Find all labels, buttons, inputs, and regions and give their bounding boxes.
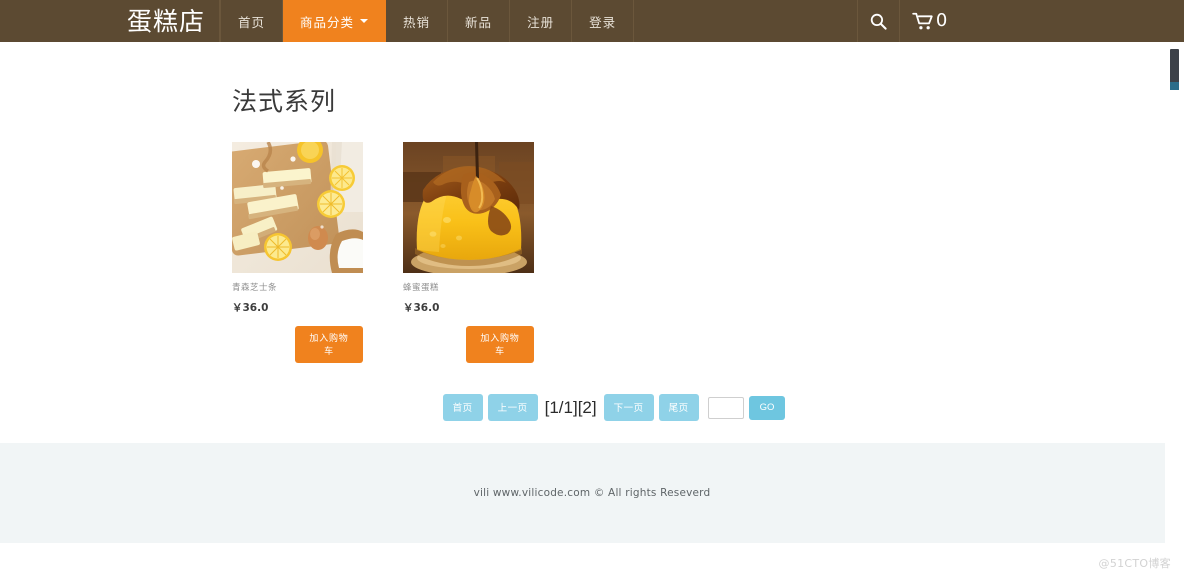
product-image[interactable] [403,142,534,273]
page-title: 法式系列 [232,87,337,116]
pagination-go-button[interactable]: GO [748,395,786,420]
nav-item-home[interactable]: 首页 [220,0,284,42]
product-price: ￥36.0 [403,302,440,314]
product-grid: 青森芝士条 ￥36.0 加入购物车 蜂蜜蛋糕 ￥36.0 加入购物车 [232,142,1144,363]
pagination-page-input[interactable] [707,396,744,419]
page-footer: vili www.vilicode.com © All rights Resev… [0,443,1184,543]
scrollbar-thumb[interactable] [1170,49,1179,90]
add-to-cart-button[interactable]: 加入购物车 [295,326,363,363]
nav-item-new-products[interactable]: 新品 [448,0,511,42]
brand-text: 蛋糕店 [126,6,205,36]
footer-copyright: vili www.vilicode.com © All rights Resev… [473,487,711,499]
product-card: 青森芝士条 ￥36.0 加入购物车 [232,142,363,363]
nav-item-login-label: 登录 [589,14,617,30]
chevron-down-icon [360,19,369,23]
pagination-first-button[interactable]: 首页 [442,394,483,421]
nav-links: 首页 商品分类 热销 新品 注册 登录 [220,0,635,42]
navbar-tail [961,0,1184,42]
pagination-info: [1/1][2] [544,398,597,417]
honey-cake-image [403,142,534,273]
content-container: 法式系列 青森芝士条 ￥36.0 加入购物车 蜂蜜蛋糕 ￥36.0 加入购物车 … [0,42,1184,421]
product-name[interactable]: 青森芝士条 [232,281,363,293]
nav-item-hot-sale-label: 热销 [403,14,431,30]
vertical-scrollbar[interactable] [1165,42,1184,578]
nav-item-hot-sale[interactable]: 热销 [386,0,449,42]
product-image[interactable] [232,142,363,273]
site-brand[interactable]: 蛋糕店 [0,0,220,42]
pagination: 首页 上一页 [1/1][2] 下一页 尾页 GO [232,394,1144,421]
watermark: @51CTO博客 [1098,557,1171,570]
add-to-cart-button[interactable]: 加入购物车 [466,326,534,363]
search-button[interactable] [858,0,900,42]
main-content: 法式系列 青森芝士条 ￥36.0 加入购物车 蜂蜜蛋糕 ￥36.0 加入购物车 … [0,42,1184,437]
lemon-cheese-bars-image [232,142,363,273]
nav-item-categories-label: 商品分类 [300,14,355,30]
product-name[interactable]: 蜂蜜蛋糕 [403,281,534,293]
nav-item-home-label: 首页 [238,14,266,30]
nav-item-register-label: 注册 [527,14,555,30]
product-card: 蜂蜜蛋糕 ￥36.0 加入购物车 [403,142,534,363]
nav-item-categories[interactable]: 商品分类 [283,0,387,42]
search-icon [870,13,887,30]
cart-count-badge: 0 [935,10,948,31]
cart-button[interactable]: 0 [900,0,961,42]
navbar-spacer [634,0,858,42]
pagination-last-button[interactable]: 尾页 [658,394,699,421]
product-price: ￥36.0 [232,302,269,314]
shopping-cart-icon [912,12,933,29]
pagination-next-button[interactable]: 下一页 [603,394,654,421]
top-navbar: 蛋糕店 首页 商品分类 热销 新品 注册 登录 0 [0,0,1184,42]
nav-item-new-products-label: 新品 [465,14,493,30]
nav-item-register[interactable]: 注册 [510,0,573,42]
pagination-prev-button[interactable]: 上一页 [487,394,538,421]
nav-item-login[interactable]: 登录 [572,0,635,42]
